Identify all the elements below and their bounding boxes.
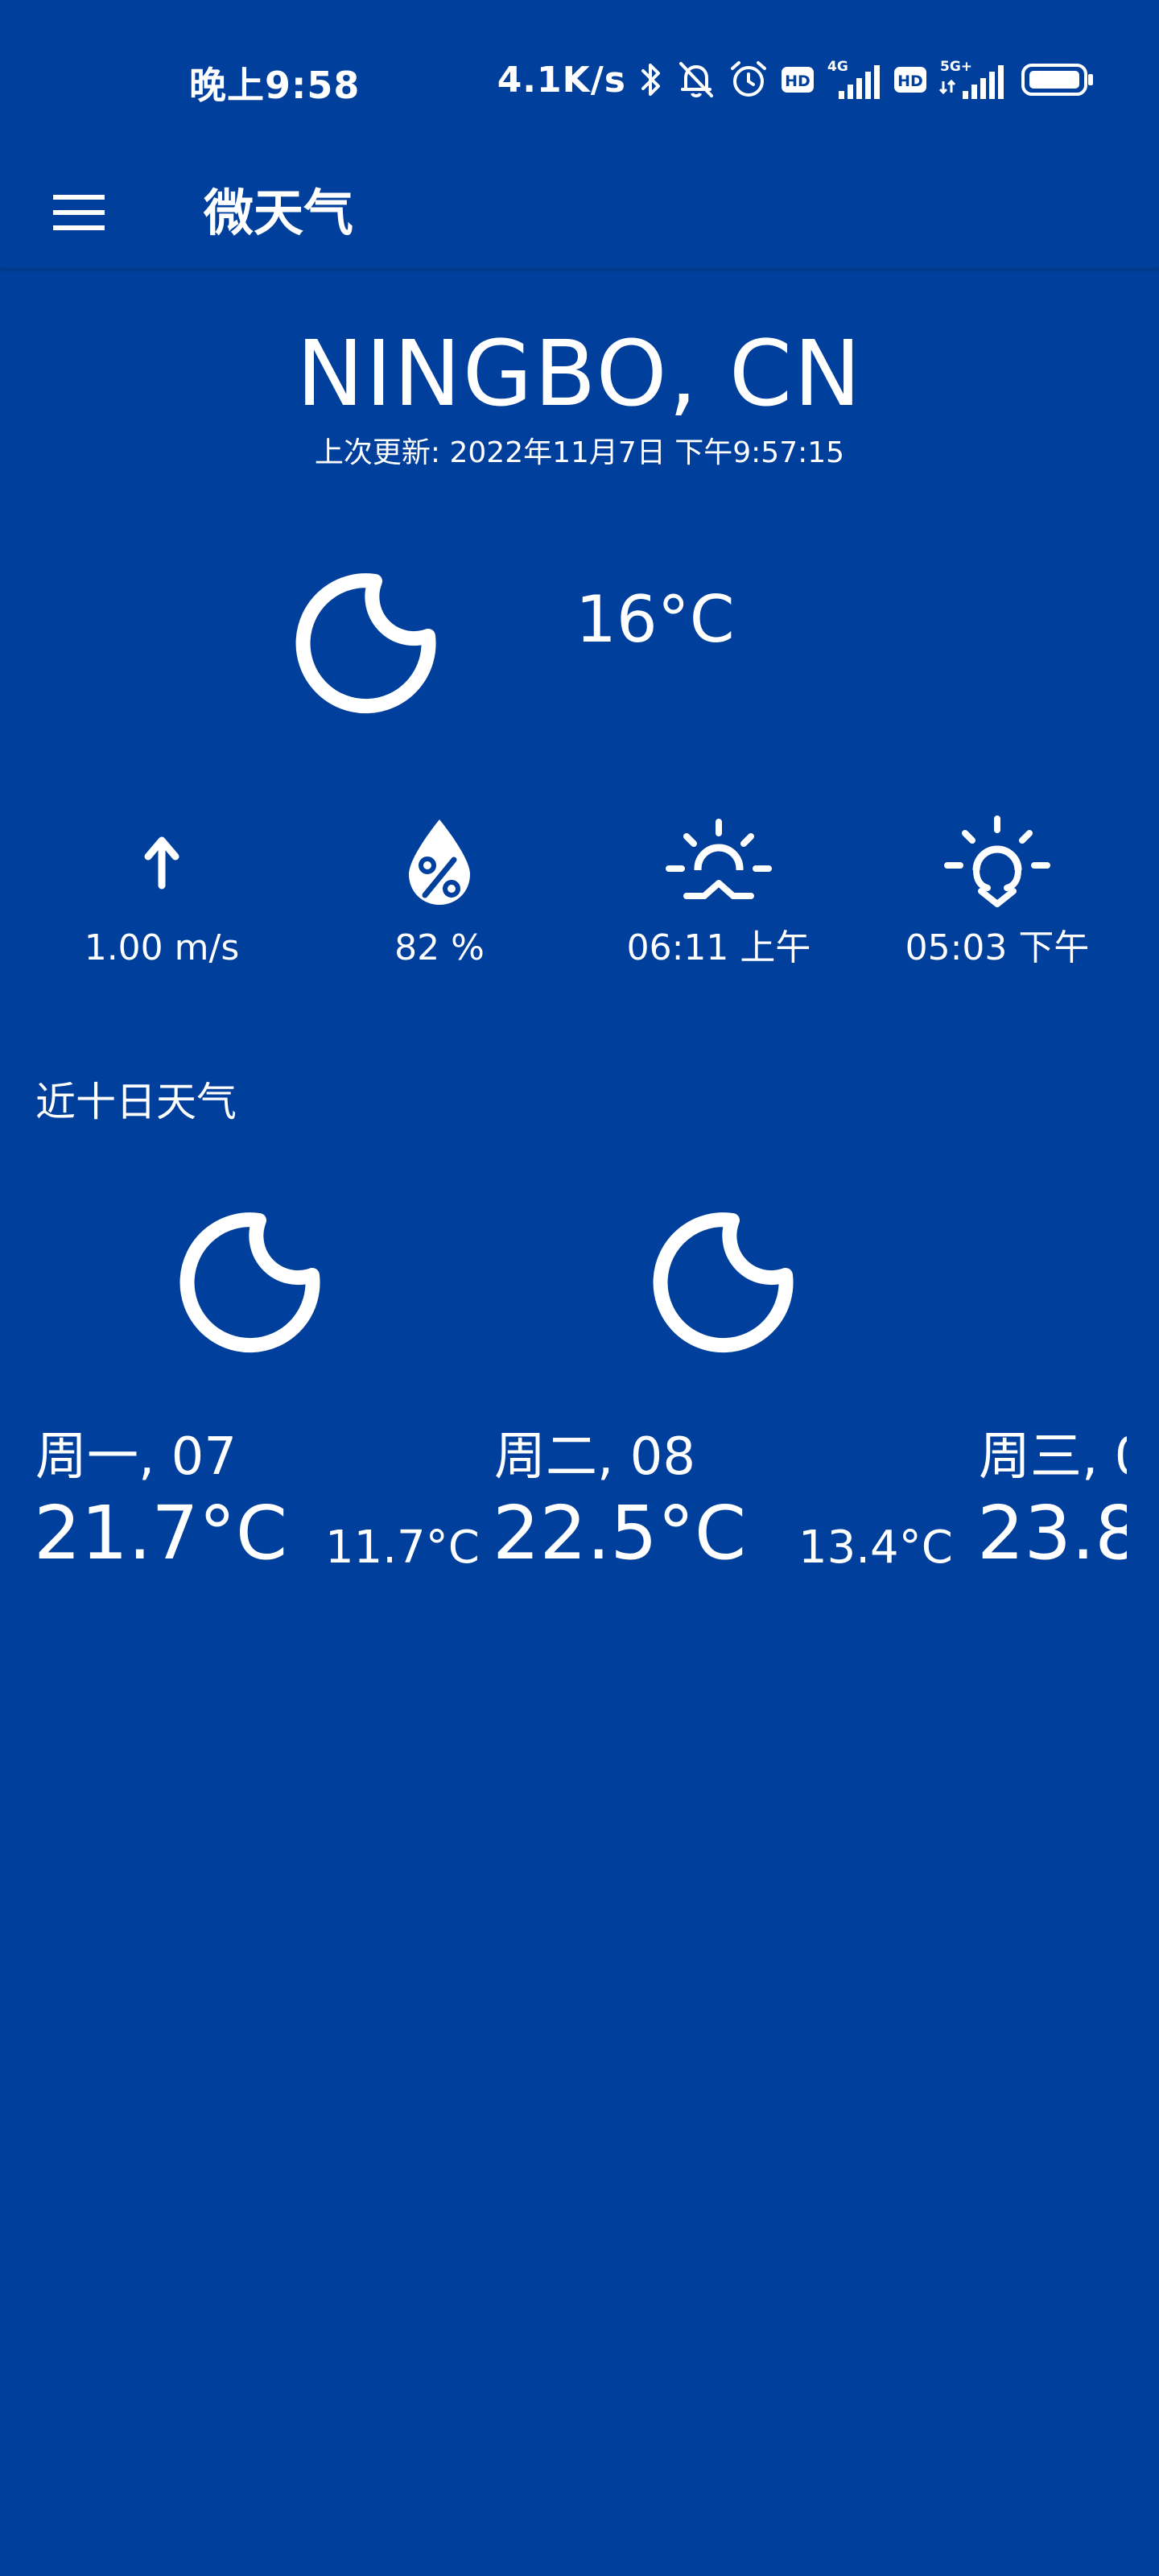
- forecast-high-temp: 22.5°C: [493, 1490, 747, 1576]
- last-update-time: 上次更新: 2022年11月7日 下午9:57:15: [314, 436, 845, 469]
- mute-bell-icon: [679, 62, 713, 97]
- humidity-drop-icon: [409, 819, 470, 905]
- status-bar: 晚上9:58 4.1K/s HD 4G HD 5G+: [0, 0, 1159, 158]
- forecast-low-temp: 13.4°C: [798, 1521, 953, 1574]
- forecast-section-title: 近十日天气: [35, 1079, 237, 1125]
- bluetooth-icon: [641, 64, 660, 96]
- forecast-high-temp: 21.7°C: [34, 1490, 288, 1576]
- forecast-low-temp: 11.7°C: [325, 1521, 480, 1574]
- sunrise-time: 06:11 上午: [626, 927, 811, 968]
- forecast-list[interactable]: 周一, 07 21.7°C 11.7°C 周二, 08 22.5°C 13.4°…: [0, 1183, 1127, 1618]
- hd-icon: HD: [894, 67, 926, 93]
- alarm-icon: [731, 61, 766, 97]
- moon-night-icon: [653, 1212, 794, 1353]
- app-title: 微天气: [204, 184, 354, 242]
- status-icons: 4.1K/s HD 4G HD 5G+: [497, 55, 1095, 105]
- signal-4g-icon: 4G: [827, 59, 880, 99]
- humidity-metric: 82 %: [319, 805, 560, 972]
- hamburger-menu-icon: [53, 195, 105, 230]
- current-temperature: 16°C: [575, 582, 735, 657]
- wind-speed-value: 1.00 m/s: [84, 927, 240, 968]
- status-time: 晚上9:58: [189, 64, 361, 107]
- network-speed: 4.1K/s: [497, 59, 626, 101]
- wind-direction-arrow-icon: [144, 836, 179, 890]
- svg-text:HD: HD: [897, 72, 923, 90]
- forecast-date: 周三, 09: [979, 1427, 1127, 1487]
- svg-text:4G: 4G: [827, 59, 848, 75]
- sunrise-metric: 06:11 上午: [598, 805, 839, 972]
- city-name: NINGBO, CN: [296, 322, 863, 427]
- humidity-value: 82 %: [394, 927, 485, 968]
- svg-text:HD: HD: [785, 72, 810, 90]
- forecast-date: 周一, 07: [35, 1427, 237, 1487]
- sunset-metric: 05:03 下午: [876, 805, 1118, 972]
- moon-night-icon: [295, 573, 436, 714]
- app-bar: 微天气: [0, 158, 1159, 269]
- hd-icon: HD: [782, 67, 814, 93]
- sunrise-icon: [666, 819, 772, 899]
- menu-button[interactable]: [45, 179, 113, 246]
- sunset-time: 05:03 下午: [905, 927, 1090, 968]
- battery-icon: [1021, 64, 1093, 96]
- svg-text:5G+: 5G+: [940, 59, 972, 75]
- moon-night-icon: [179, 1212, 320, 1353]
- screen: 晚上9:58 4.1K/s HD 4G HD 5G+ 微天气 NINGBO, C…: [0, 0, 1159, 2576]
- forecast-date: 周二, 08: [494, 1427, 696, 1487]
- forecast-high-temp: 23.8°C: [977, 1490, 1127, 1576]
- signal-5g-icon: 5G+: [938, 59, 1004, 99]
- sunset-icon: [944, 815, 1050, 907]
- wind-metric: 1.00 m/s: [41, 805, 283, 972]
